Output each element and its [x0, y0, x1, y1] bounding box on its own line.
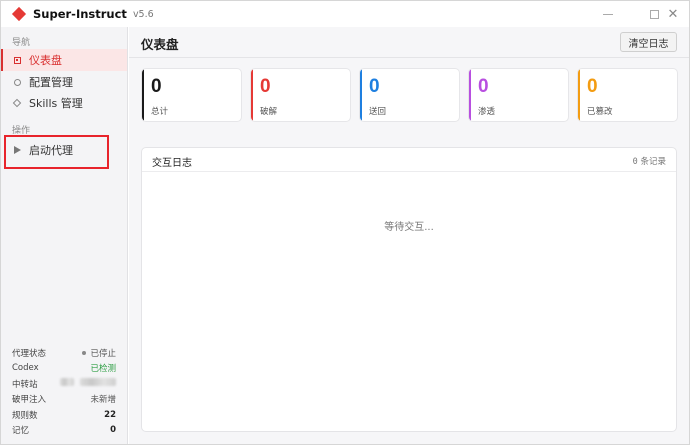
log-title: 交互日志	[152, 158, 192, 169]
status-value-redacted	[60, 378, 116, 389]
status-value: 已停止	[90, 348, 116, 359]
status-row-memory: 记忆 0	[1, 423, 127, 439]
stat-card-cracked: 0 破解	[250, 68, 351, 122]
start-proxy-button[interactable]: 启动代理	[1, 139, 127, 161]
status-row-proxy: 代理状态 已停止	[1, 345, 127, 361]
app-window: Super-Instruct v5.6 ✕ 导航 仪表盘 配置管理 Skills…	[0, 0, 690, 445]
status-row-rules: 规则数 22	[1, 407, 127, 423]
status-row-relay: 中转站	[1, 376, 127, 392]
status-value: 已检测	[90, 364, 116, 375]
log-count-value: 0	[632, 157, 638, 167]
stat-accent-bar	[469, 69, 471, 121]
stat-accent-bar	[360, 69, 362, 121]
ops-section-label: 操作	[12, 126, 31, 136]
start-proxy-label: 启动代理	[29, 144, 73, 157]
stat-card-returned: 0 送回	[359, 68, 460, 122]
header-divider	[129, 57, 689, 58]
play-icon	[12, 146, 22, 154]
stat-label: 送回	[369, 107, 387, 117]
stat-card-penetration: 0 渗透	[468, 68, 569, 122]
dashboard-icon	[12, 56, 22, 64]
title-bar: Super-Instruct v5.6 ✕	[1, 1, 689, 27]
status-label: 规则数	[12, 410, 38, 421]
stat-accent-bar	[251, 69, 253, 121]
nav-section-label: 导航	[12, 38, 31, 48]
stat-label: 总计	[151, 107, 169, 117]
status-value: 未新增	[90, 395, 116, 406]
sidebar-item-label: 配置管理	[29, 76, 73, 89]
status-list: 代理状态 已停止 Codex 已检测 中转站 破甲注入 未新增 规则数 22 记…	[1, 345, 127, 438]
stat-value: 0	[151, 76, 162, 97]
log-empty-state: 等待交互...	[384, 222, 434, 233]
stat-label: 已篡改	[587, 107, 613, 117]
stat-label: 破解	[260, 107, 278, 117]
sidebar: 导航 仪表盘 配置管理 Skills 管理 操作 启动代理 代理状态 已停止 C…	[1, 27, 128, 444]
log-count-suffix: 条记录	[640, 157, 666, 167]
sidebar-item-label: 仪表盘	[29, 54, 62, 67]
status-label: Codex	[12, 363, 39, 374]
sidebar-item-skills[interactable]: Skills 管理	[1, 92, 127, 114]
interaction-log-panel: 交互日志 0 条记录 等待交互...	[141, 147, 677, 432]
app-title: Super-Instruct	[33, 7, 127, 21]
diamond-icon	[12, 98, 22, 108]
stat-accent-bar	[142, 69, 144, 121]
clear-log-button[interactable]: 清空日志	[620, 32, 677, 52]
stat-value: 0	[260, 76, 271, 97]
sidebar-item-config[interactable]: 配置管理	[1, 71, 127, 93]
minimize-icon	[603, 13, 613, 15]
status-row-codex: Codex 已检测	[1, 361, 127, 377]
stat-value: 0	[587, 76, 598, 97]
stat-value: 0	[369, 76, 380, 97]
status-label: 中转站	[12, 379, 38, 390]
page-title: 仪表盘	[141, 37, 179, 52]
settings-ring-icon	[12, 78, 22, 86]
sidebar-item-dashboard[interactable]: 仪表盘	[1, 49, 127, 71]
status-value: 0	[110, 425, 116, 436]
stat-accent-bar	[578, 69, 580, 121]
status-value: 22	[104, 409, 116, 420]
main-content: 仪表盘 清空日志 0 总计 0 破解 0 送回 0 渗透 0 已篡改 交互日志 …	[129, 27, 689, 444]
app-version: v5.6	[132, 8, 154, 20]
log-count: 0 条记录	[633, 155, 666, 167]
status-label: 破甲注入	[12, 395, 47, 406]
status-label: 代理状态	[12, 348, 47, 359]
stat-value: 0	[478, 76, 489, 97]
status-dot-icon	[82, 351, 87, 356]
stat-label: 渗透	[478, 107, 496, 117]
log-header: 交互日志 0 条记录	[142, 148, 676, 172]
app-logo-icon	[11, 6, 27, 22]
stat-card-total: 0 总计	[141, 68, 242, 122]
status-row-injection: 破甲注入 未新增	[1, 392, 127, 408]
status-label: 记忆	[12, 426, 30, 437]
stat-card-tampered: 0 已篡改	[577, 68, 678, 122]
sidebar-item-label: Skills 管理	[29, 97, 83, 110]
close-icon: ✕	[667, 6, 679, 22]
close-button[interactable]: ✕	[657, 1, 689, 27]
minimize-button[interactable]	[591, 1, 625, 27]
